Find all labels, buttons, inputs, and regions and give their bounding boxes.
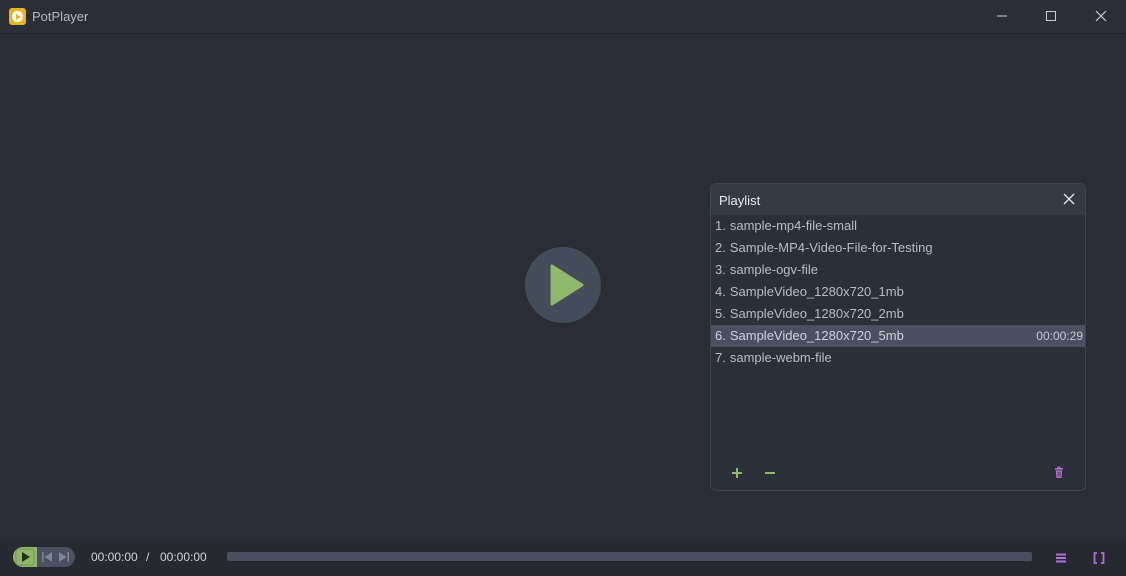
item-number: 3.	[715, 262, 726, 277]
center-play-button[interactable]	[525, 247, 601, 323]
fullscreen-button[interactable]	[1090, 549, 1108, 567]
item-number: 6.	[715, 328, 726, 343]
item-number: 1.	[715, 218, 726, 233]
potplayer-logo-icon	[9, 8, 26, 25]
remove-file-button[interactable]	[761, 464, 779, 482]
playlist-footer	[711, 456, 1085, 490]
close-button[interactable]	[1089, 5, 1113, 27]
playlist-toggle-button[interactable]	[1052, 549, 1070, 567]
total-time: 00:00:00	[160, 550, 207, 564]
maximize-icon	[1046, 11, 1056, 21]
playlist-title: Playlist	[719, 193, 761, 208]
item-name: SampleVideo_1280x720_5mb	[729, 328, 904, 343]
control-bar: 00:00:00 / 00:00:00	[0, 540, 1126, 576]
item-name: sample-webm-file	[729, 350, 832, 365]
item-name: SampleVideo_1280x720_2mb	[729, 306, 904, 321]
item-name: SampleVideo_1280x720_1mb	[729, 284, 904, 299]
item-number: 2.	[715, 240, 726, 255]
item-duration: 00:00:29	[1036, 329, 1083, 343]
close-icon	[1063, 193, 1075, 205]
play-button[interactable]	[13, 547, 37, 567]
playlist-item[interactable]: 2. Sample-MP4-Video-File-for-Testing	[711, 237, 1085, 259]
minimize-button[interactable]	[990, 5, 1014, 27]
item-name: sample-mp4-file-small	[729, 218, 857, 233]
add-file-button[interactable]	[728, 464, 746, 482]
seek-bar[interactable]	[227, 552, 1032, 561]
item-number: 4.	[715, 284, 726, 299]
item-number: 5.	[715, 306, 726, 321]
title-bar[interactable]: PotPlayer	[0, 0, 1126, 34]
playlist-item[interactable]: 5. SampleVideo_1280x720_2mb	[711, 303, 1085, 325]
transport-controls	[13, 547, 75, 567]
playlist-header: Playlist	[711, 184, 1085, 215]
playlist-close-button[interactable]	[1061, 191, 1077, 207]
playlist-item[interactable]: 7. sample-webm-file	[711, 347, 1085, 369]
fullscreen-icon	[1093, 552, 1105, 564]
playlist-item[interactable]: 1. sample-mp4-file-small	[711, 215, 1085, 237]
trash-icon	[1055, 466, 1063, 478]
maximize-button[interactable]	[1039, 5, 1063, 27]
playlist-item-selected[interactable]: 6. SampleVideo_1280x720_5mb 00:00:29	[711, 325, 1085, 347]
delete-all-button[interactable]	[1050, 464, 1068, 482]
playlist-item[interactable]: 3. sample-ogv-file	[711, 259, 1085, 281]
playlist-panel: Playlist 1. sample-mp4-file-small 2. Sampl…	[710, 183, 1086, 491]
play-icon	[15, 548, 35, 566]
previous-button[interactable]	[39, 547, 55, 567]
minimize-icon	[997, 15, 1007, 17]
play-icon	[550, 264, 584, 306]
minus-icon	[765, 472, 775, 474]
current-time: 00:00:00	[91, 550, 138, 564]
item-number: 7.	[715, 350, 726, 365]
playlist-item[interactable]: 4. SampleVideo_1280x720_1mb	[711, 281, 1085, 303]
previous-icon	[42, 552, 52, 562]
time-separator: /	[146, 550, 150, 564]
next-icon	[59, 552, 69, 562]
item-name: Sample-MP4-Video-File-for-Testing	[729, 240, 933, 255]
plus-icon	[732, 468, 742, 478]
item-name: sample-ogv-file	[729, 262, 818, 277]
close-icon	[1095, 10, 1107, 22]
next-button[interactable]	[56, 547, 72, 567]
playlist-list: 1. sample-mp4-file-small 2. Sample-MP4-Vid…	[711, 215, 1085, 369]
window-title: PotPlayer	[32, 9, 89, 24]
playlist-icon	[1056, 553, 1066, 563]
